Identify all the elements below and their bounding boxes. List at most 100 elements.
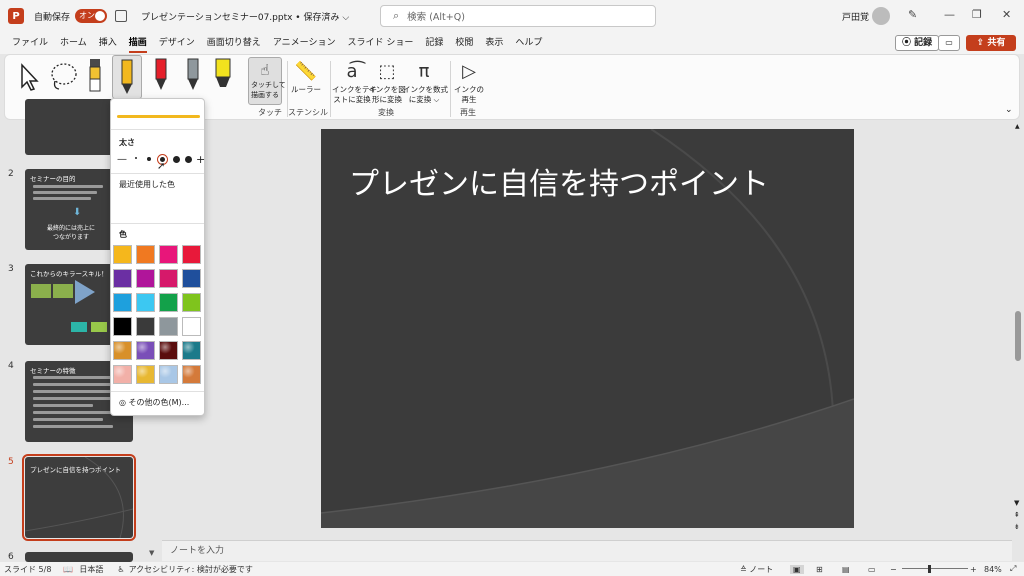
select-tool[interactable] [17, 63, 41, 94]
color-swatch[interactable] [113, 269, 132, 288]
lasso-select-tool[interactable] [47, 61, 79, 94]
tab-draw[interactable]: 描画 [123, 32, 153, 54]
thickness-0-option[interactable]: — [117, 154, 127, 165]
tab-transitions[interactable]: 画面切り替え [201, 32, 267, 54]
comment-button[interactable]: ▭ [938, 35, 960, 51]
color-swatch[interactable] [113, 317, 132, 336]
notes-input[interactable]: ノートを入力 [162, 540, 1012, 561]
tab-view[interactable]: 表示 [479, 32, 509, 54]
color-swatch[interactable] [136, 317, 155, 336]
color-swatch[interactable] [159, 341, 178, 360]
thickness-2-option[interactable] [147, 157, 151, 161]
fit-to-window-icon[interactable]: ⤢ [1010, 564, 1016, 574]
tab-design[interactable]: デザイン [153, 32, 201, 54]
tab-record[interactable]: 記録 [419, 32, 449, 54]
slide-thumbnail[interactable] [25, 552, 133, 562]
tab-animations[interactable]: アニメーション [267, 32, 342, 54]
zoom-in-icon[interactable]: + [970, 565, 977, 574]
normal-view-icon[interactable]: ▣ [790, 564, 804, 574]
pen-yellow-selected[interactable] [112, 55, 142, 99]
reading-view-icon[interactable]: ▤ [842, 565, 850, 574]
zoom-slider[interactable] [902, 568, 968, 569]
language-status[interactable]: 日本語 [79, 564, 103, 575]
pen-gray[interactable] [183, 57, 203, 96]
search-placeholder: 検索 (Alt+Q) [407, 12, 465, 23]
tab-help[interactable]: ヘルプ [509, 32, 548, 54]
draw-with-touch-button[interactable]: ☝ タッチして 描画する [248, 57, 286, 105]
color-swatch[interactable] [136, 365, 155, 384]
color-swatch[interactable] [113, 341, 132, 360]
next-slide-icon[interactable]: ⇟ [1014, 523, 1020, 531]
search-input[interactable]: ⌕ 検索 (Alt+Q) [380, 5, 656, 27]
colors-heading: 色 [119, 230, 127, 239]
color-swatch[interactable] [182, 365, 201, 384]
pen-preview-stroke [117, 115, 200, 118]
ink-to-shape-button[interactable]: ⬚ インクを図 形に変換 [368, 59, 406, 105]
tab-slideshow[interactable]: スライド ショー [341, 32, 419, 54]
color-swatch[interactable] [136, 245, 155, 264]
color-swatch[interactable] [182, 245, 201, 264]
scroll-down-icon[interactable]: ▼ [1014, 499, 1019, 507]
color-swatch[interactable] [182, 317, 201, 336]
thickness-increase-icon[interactable]: + [196, 153, 205, 166]
avatar[interactable] [872, 7, 890, 25]
ink-to-text-button[interactable]: a͡ インクをテキ ストに変換 [332, 59, 377, 105]
save-icon[interactable] [115, 10, 128, 22]
record-button[interactable]: ⦿ 記録 [895, 35, 940, 51]
slide-sorter-icon[interactable]: ⊞ [816, 565, 823, 574]
ruler-button[interactable]: 📏 ルーラー [291, 59, 321, 95]
ink-replay-button[interactable]: ▷ インクの 再生 [454, 59, 484, 105]
minimize-icon[interactable]: — [944, 8, 955, 21]
prev-slide-icon[interactable]: ⇞ [1014, 511, 1020, 519]
thickness-5-option[interactable] [185, 156, 192, 163]
pen-red[interactable] [151, 57, 171, 96]
notes-toggle-button[interactable]: ≙ ノート [740, 564, 773, 575]
thumb-title: セミナーの目的 [30, 175, 76, 183]
color-swatch[interactable] [159, 293, 178, 312]
tab-file[interactable]: ファイル [6, 32, 54, 54]
slideshow-icon[interactable]: ▭ [868, 565, 876, 574]
autosave-toggle[interactable]: オン [75, 9, 108, 23]
eraser-tool[interactable] [87, 57, 103, 96]
zoom-out-icon[interactable]: − [890, 565, 897, 574]
thickness-4-option[interactable] [173, 156, 180, 163]
more-colors-button[interactable]: ◎ その他の色(M)... [119, 397, 189, 408]
user-name[interactable]: 戸田覚 [842, 10, 869, 23]
restore-icon[interactable]: ❐ [972, 8, 982, 21]
ink-to-math-button[interactable]: π インクを数式 に変換 ⌵ [403, 59, 448, 105]
zoom-slider-thumb[interactable] [928, 565, 931, 573]
share-button[interactable]: ⇪ 共有 [966, 35, 1016, 51]
tab-review[interactable]: 校閲 [449, 32, 479, 54]
color-swatch[interactable] [113, 245, 132, 264]
color-swatch[interactable] [136, 293, 155, 312]
pen-icon[interactable]: ✎ [908, 8, 917, 21]
ink-to-shape-label: インクを図 形に変換 [368, 85, 406, 104]
accessibility-status[interactable]: アクセシビリティ: 検討が必要です [129, 564, 253, 575]
color-swatch[interactable] [159, 269, 178, 288]
color-swatch[interactable] [113, 365, 132, 384]
scroll-up-icon[interactable]: ▲ [1015, 123, 1020, 130]
color-swatch[interactable] [182, 269, 201, 288]
document-title[interactable]: プレゼンテーションセミナー07.pptx • 保存済み ⌵ [141, 10, 349, 23]
thickness-1-option[interactable] [135, 157, 137, 159]
color-swatch[interactable] [136, 341, 155, 360]
color-swatch[interactable] [182, 293, 201, 312]
tab-insert[interactable]: 挿入 [93, 32, 123, 54]
close-icon[interactable]: ✕ [1002, 8, 1011, 21]
collapse-ribbon-icon[interactable]: ⌄ [1005, 105, 1013, 115]
tab-home[interactable]: ホーム [54, 32, 93, 54]
color-swatch[interactable] [159, 245, 178, 264]
scroll-down-icon[interactable]: ▼ [149, 549, 154, 557]
zoom-level[interactable]: 84% [984, 565, 1002, 574]
slide-thumbnail-active[interactable]: プレゼンに自信を持つポイント [22, 454, 136, 541]
color-swatch[interactable] [136, 269, 155, 288]
main-slide[interactable]: プレゼンに自信を持つポイント [321, 129, 854, 528]
highlighter-yellow[interactable] [212, 57, 234, 96]
editor-scrollbar[interactable]: ▲ ▼ ⇞ ⇟ [1012, 121, 1024, 561]
scroll-thumb[interactable] [1015, 311, 1021, 361]
slide-title[interactable]: プレゼンに自信を持つポイント [349, 159, 769, 203]
color-swatch[interactable] [182, 341, 201, 360]
color-swatch[interactable] [159, 365, 178, 384]
color-swatch[interactable] [159, 317, 178, 336]
color-swatch[interactable] [113, 293, 132, 312]
